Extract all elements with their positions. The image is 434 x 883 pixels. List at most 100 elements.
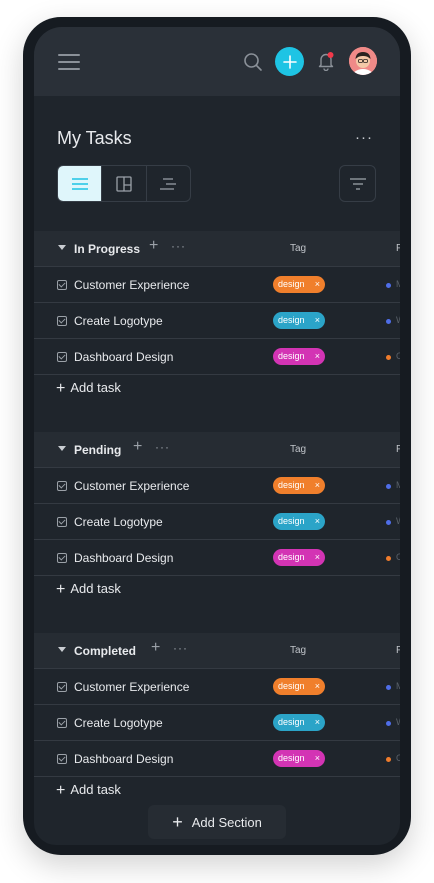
list-view-button[interactable] [58, 166, 103, 201]
task-name[interactable]: Customer Experience [74, 479, 189, 493]
tag-chip[interactable]: design × [273, 276, 325, 293]
task-checkbox[interactable] [57, 280, 67, 290]
section-add-icon[interactable]: + [133, 438, 142, 456]
task-checkbox[interactable] [57, 682, 67, 692]
priority-text: W [396, 516, 400, 526]
timeline-view-button[interactable] [147, 166, 190, 201]
section-add-icon[interactable]: + [151, 639, 160, 657]
more-options-icon[interactable]: ··· [355, 129, 373, 146]
board-view-button[interactable] [102, 166, 147, 201]
tag-chip[interactable]: design × [273, 678, 325, 695]
tag-label: design [278, 315, 305, 325]
column-header-tag: Tag [290, 444, 307, 455]
page-title: My Tasks [57, 128, 132, 148]
task-row[interactable]: Customer Experience design × M [34, 468, 400, 504]
tag-chip[interactable]: design × [273, 714, 325, 731]
add-task-button[interactable]: + Add task [56, 782, 121, 800]
section-more-icon[interactable]: ··· [173, 641, 188, 655]
priority-dot [386, 484, 391, 489]
task-name[interactable]: Customer Experience [74, 680, 189, 694]
app-screen: My Tasks ··· In Progress + ··· Tag P Cus… [34, 27, 400, 845]
tag-label: design [278, 681, 305, 691]
add-button[interactable] [275, 47, 304, 76]
tag-chip[interactable]: design × [273, 312, 325, 329]
task-checkbox[interactable] [57, 481, 67, 491]
task-checkbox[interactable] [57, 352, 67, 362]
section-completed: Completed + ··· Tag P Customer Experienc… [34, 633, 400, 803]
add-task-button[interactable]: + Add task [56, 380, 121, 398]
task-name[interactable]: Create Logotype [74, 716, 163, 730]
priority-text: W [396, 717, 400, 727]
add-task-label: Add task [70, 380, 121, 395]
tag-chip[interactable]: design × [273, 750, 325, 767]
task-row[interactable]: Create Logotype design × W [34, 705, 400, 741]
column-header-tag: Tag [290, 645, 307, 656]
tag-remove-icon[interactable]: × [315, 312, 320, 329]
section-title: Pending [74, 443, 122, 457]
tag-chip[interactable]: design × [273, 513, 325, 530]
task-name[interactable]: Create Logotype [74, 314, 163, 328]
priority-text: M [396, 480, 400, 490]
avatar[interactable] [349, 47, 377, 75]
collapse-caret-icon[interactable] [58, 446, 66, 451]
task-row[interactable]: Create Logotype design × W [34, 303, 400, 339]
task-checkbox[interactable] [57, 316, 67, 326]
task-checkbox[interactable] [57, 553, 67, 563]
collapse-caret-icon[interactable] [58, 647, 66, 652]
plus-icon: + [56, 380, 66, 397]
hamburger-menu-icon[interactable] [58, 54, 80, 70]
task-row[interactable]: Dashboard Design design × C [34, 339, 400, 375]
tag-chip[interactable]: design × [273, 477, 325, 494]
tag-label: design [278, 516, 305, 526]
filter-button[interactable] [339, 165, 376, 202]
collapse-caret-icon[interactable] [58, 245, 66, 250]
tag-remove-icon[interactable]: × [315, 678, 320, 695]
add-section-label: Add Section [191, 814, 262, 830]
section-title: In Progress [74, 242, 141, 256]
tag-remove-icon[interactable]: × [315, 276, 320, 293]
section-more-icon[interactable]: ··· [155, 440, 170, 454]
tag-label: design [278, 351, 305, 361]
tag-remove-icon[interactable]: × [315, 477, 320, 494]
tag-remove-icon[interactable]: × [315, 714, 320, 731]
plus-icon: + [56, 581, 66, 598]
plus-icon: + [56, 782, 66, 799]
priority-dot [386, 283, 391, 288]
task-row[interactable]: Dashboard Design design × C [34, 741, 400, 777]
task-checkbox[interactable] [57, 754, 67, 764]
task-name[interactable]: Dashboard Design [74, 551, 173, 565]
add-task-label: Add task [70, 581, 121, 596]
section-add-icon[interactable]: + [149, 237, 158, 255]
tag-label: design [278, 753, 305, 763]
task-name[interactable]: Dashboard Design [74, 752, 173, 766]
section-more-icon[interactable]: ··· [171, 239, 186, 253]
tag-remove-icon[interactable]: × [315, 513, 320, 530]
tag-remove-icon[interactable]: × [315, 750, 320, 767]
section-title: Completed [74, 644, 137, 658]
task-name[interactable]: Create Logotype [74, 515, 163, 529]
tag-chip[interactable]: design × [273, 549, 325, 566]
task-checkbox[interactable] [57, 718, 67, 728]
bell-icon[interactable] [317, 51, 335, 72]
tag-remove-icon[interactable]: × [315, 549, 320, 566]
priority-dot [386, 685, 391, 690]
add-section-button[interactable]: + Add Section [148, 805, 286, 839]
top-bar [34, 27, 400, 96]
priority-text: C [396, 753, 400, 763]
tag-label: design [278, 279, 305, 289]
task-checkbox[interactable] [57, 517, 67, 527]
tag-chip[interactable]: design × [273, 348, 325, 365]
board-view-icon [116, 175, 132, 192]
section-pending: Pending + ··· Tag P Customer Experience … [34, 432, 400, 602]
task-name[interactable]: Dashboard Design [74, 350, 173, 364]
task-row[interactable]: Customer Experience design × M [34, 669, 400, 705]
task-name[interactable]: Customer Experience [74, 278, 189, 292]
task-row[interactable]: Customer Experience design × M [34, 267, 400, 303]
task-row[interactable]: Dashboard Design design × C [34, 540, 400, 576]
priority-text: M [396, 279, 400, 289]
search-icon[interactable] [243, 52, 263, 72]
tag-remove-icon[interactable]: × [315, 348, 320, 365]
add-task-button[interactable]: + Add task [56, 581, 121, 599]
task-row[interactable]: Create Logotype design × W [34, 504, 400, 540]
priority-text: W [396, 315, 400, 325]
